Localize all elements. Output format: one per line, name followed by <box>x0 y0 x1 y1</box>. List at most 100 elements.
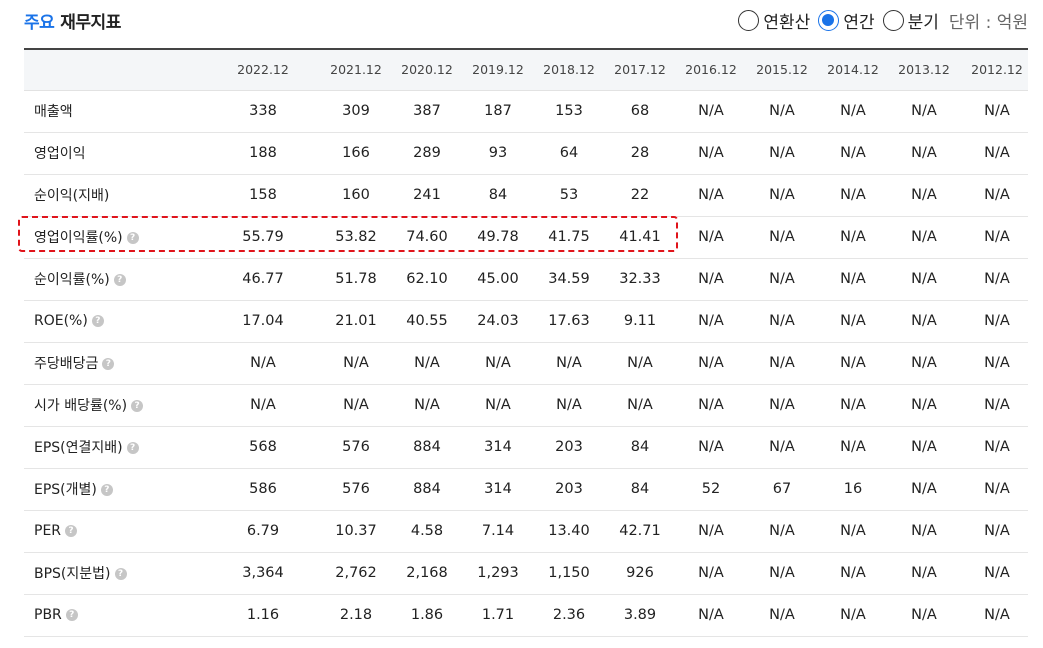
value-cell: 53.82 <box>314 216 398 259</box>
value-cell: N/A <box>824 510 882 553</box>
row-label-cell: 영업이익률(%)? <box>24 216 212 259</box>
value-cell: 46.77 <box>212 258 314 301</box>
value-cell: 7.14 <box>456 510 540 553</box>
radio-annual[interactable]: 연간 <box>818 8 875 33</box>
value-cell: N/A <box>882 426 966 469</box>
row-label-cell: 주당배당금? <box>24 342 212 385</box>
help-icon[interactable]: ? <box>91 315 104 327</box>
table-row: 주당배당금? N/A N/A N/A N/A N/A N/A N/A N/A N/A N/A N/A <box>24 342 1028 385</box>
value-cell: N/A <box>456 342 540 385</box>
value-cell: N/A <box>882 342 966 385</box>
value-cell: N/A <box>824 258 882 301</box>
help-icon[interactable]: ? <box>131 400 144 412</box>
value-cell: 314 <box>456 468 540 511</box>
value-cell: N/A <box>740 300 824 343</box>
value-cell: N/A <box>740 594 824 637</box>
value-cell: N/A <box>966 342 1028 385</box>
row-label-cell: EPS(개별)? <box>24 468 212 511</box>
radio-circle-icon <box>882 10 904 31</box>
value-cell: 53 <box>540 174 598 217</box>
table-row: 매출액 338 309 387 187 153 68 N/A N/A N/A N/A N/A <box>24 90 1028 133</box>
value-cell: 241 <box>398 174 456 217</box>
help-icon[interactable]: ? <box>65 609 78 621</box>
value-cell: 16 <box>824 468 882 511</box>
value-cell: N/A <box>824 132 882 175</box>
value-cell: 4.58 <box>398 510 456 553</box>
table-row: ROE(%)? 17.04 21.01 40.55 24.03 17.63 9.11 N/A N… <box>24 300 1028 343</box>
value-cell: N/A <box>682 132 740 175</box>
value-cell: N/A <box>682 384 740 427</box>
radio-circle-icon <box>738 10 760 31</box>
period-controls: 연환산 연간 분기 단위 : 억원 <box>730 8 1028 33</box>
value-cell: N/A <box>966 132 1028 175</box>
value-cell: 2.18 <box>314 594 398 637</box>
value-cell: N/A <box>682 300 740 343</box>
value-cell: N/A <box>882 384 966 427</box>
table-row: 영업이익 188 166 289 93 64 28 N/A N/A N/A N/A N/A <box>24 132 1028 175</box>
table-row: EPS(연결지배)? 568 576 884 314 203 84 N/A N/A N/A N/A N… <box>24 426 1028 469</box>
value-cell: 568 <box>212 426 314 469</box>
value-cell: N/A <box>966 300 1028 343</box>
title-accent: 주요 <box>24 13 55 33</box>
value-cell: N/A <box>682 216 740 259</box>
value-cell: N/A <box>966 594 1028 637</box>
value-cell: N/A <box>740 342 824 385</box>
value-cell: N/A <box>882 216 966 259</box>
value-cell: N/A <box>740 552 824 595</box>
value-cell: 51.78 <box>314 258 398 301</box>
value-cell: 45.00 <box>456 258 540 301</box>
row-label: 매출액 <box>34 104 73 120</box>
row-label: 주당배당금 <box>34 356 99 372</box>
value-cell: N/A <box>740 90 824 133</box>
value-cell: 52 <box>682 468 740 511</box>
radio-annualized[interactable]: 연환산 <box>738 8 810 33</box>
column-header: 2014.12 <box>824 48 882 91</box>
help-icon[interactable]: ? <box>126 442 139 454</box>
radio-quarterly[interactable]: 분기 <box>882 8 939 33</box>
value-cell: N/A <box>212 342 314 385</box>
value-cell: 21.01 <box>314 300 398 343</box>
row-label-cell: 순이익률(%)? <box>24 258 212 301</box>
value-cell: N/A <box>740 216 824 259</box>
value-cell: N/A <box>540 342 598 385</box>
help-icon[interactable]: ? <box>126 232 139 244</box>
value-cell: 926 <box>598 552 682 595</box>
value-cell: 62.10 <box>398 258 456 301</box>
value-cell: 576 <box>314 468 398 511</box>
help-icon[interactable]: ? <box>100 484 113 496</box>
value-cell: N/A <box>882 594 966 637</box>
value-cell: 1,150 <box>540 552 598 595</box>
value-cell: N/A <box>682 510 740 553</box>
value-cell: 166 <box>314 132 398 175</box>
row-label-cell: 매출액 <box>24 90 212 133</box>
value-cell: N/A <box>966 216 1028 259</box>
help-icon[interactable]: ? <box>113 274 126 286</box>
value-cell: N/A <box>824 384 882 427</box>
value-cell: N/A <box>598 384 682 427</box>
value-cell: N/A <box>682 90 740 133</box>
value-cell: 2,762 <box>314 552 398 595</box>
value-cell: N/A <box>882 174 966 217</box>
value-cell: 1.16 <box>212 594 314 637</box>
value-cell: 42.71 <box>598 510 682 553</box>
help-icon[interactable]: ? <box>114 568 127 580</box>
table-row: BPS(지분법)? 3,364 2,762 2,168 1,293 1,150 926 N/A… <box>24 552 1028 595</box>
value-cell: 13.40 <box>540 510 598 553</box>
value-cell: N/A <box>682 174 740 217</box>
row-label-cell: 영업이익 <box>24 132 212 175</box>
value-cell: 203 <box>540 426 598 469</box>
help-icon[interactable]: ? <box>102 358 115 370</box>
row-label: 순이익률(%) <box>34 272 110 288</box>
value-cell: 586 <box>212 468 314 511</box>
help-icon[interactable]: ? <box>65 525 78 537</box>
value-cell: N/A <box>314 342 398 385</box>
table-row: EPS(개별)? 586 576 884 314 203 84 52 67 16 N/A N/A <box>24 468 1028 511</box>
row-label-cell: PBR? <box>24 594 212 637</box>
value-cell: N/A <box>966 258 1028 301</box>
title-rest: 재무지표 <box>60 13 121 33</box>
value-cell: N/A <box>740 258 824 301</box>
value-cell: N/A <box>682 426 740 469</box>
value-cell: N/A <box>882 258 966 301</box>
column-header: 2012.12 <box>966 48 1028 91</box>
value-cell: N/A <box>882 300 966 343</box>
